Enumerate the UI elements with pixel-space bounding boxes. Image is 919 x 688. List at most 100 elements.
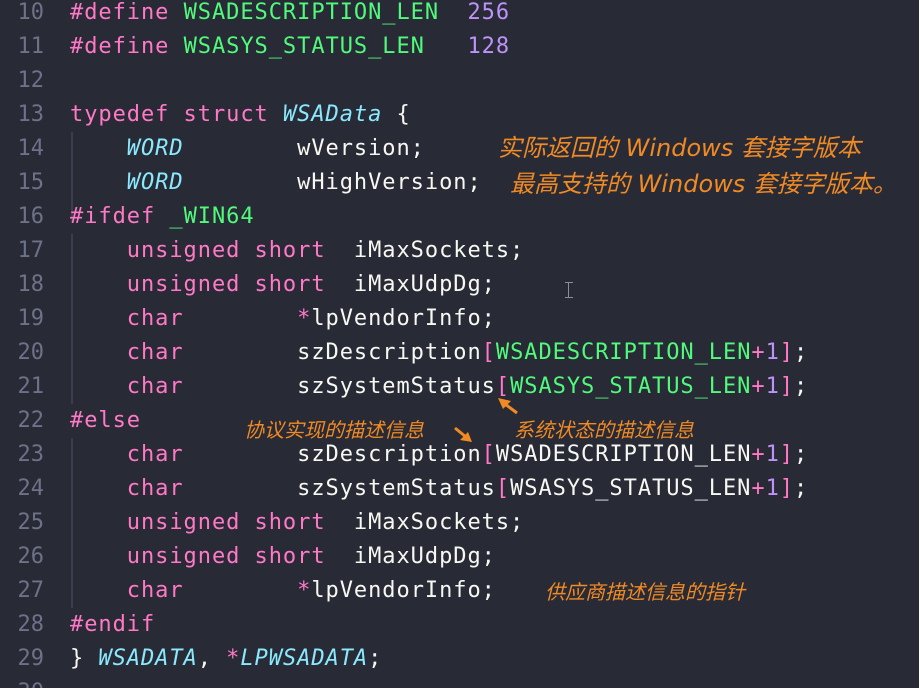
code-token: 1	[765, 374, 780, 399]
code-text[interactable]: unsigned short iMaxSockets;	[70, 234, 524, 268]
code-token: szDescription	[183, 442, 482, 467]
code-token: szSystemStatus	[183, 476, 496, 501]
code-token: WSASYS_STATUS_LEN	[183, 34, 425, 59]
code-line[interactable]: 29 } WSADATA, *LPWSADATA;	[0, 642, 919, 676]
code-token: char	[126, 476, 184, 501]
code-token: iMaxSockets;	[325, 238, 525, 263]
code-text[interactable]: WORD wVersion;	[70, 132, 425, 166]
code-line[interactable]: 30	[0, 676, 919, 688]
code-token: 1	[765, 476, 780, 501]
code-line[interactable]: 17 unsigned short iMaxSockets;	[0, 234, 919, 268]
code-token: WSADATA	[98, 646, 198, 671]
code-text[interactable]: #else	[70, 404, 141, 438]
code-token: +	[751, 442, 766, 467]
line-number: 14	[17, 136, 45, 161]
code-line[interactable]: 11 #define WSASYS_STATUS_LEN 128	[0, 30, 919, 64]
line-number: 28	[17, 612, 45, 637]
code-token: WORD	[126, 136, 184, 161]
code-token: 1	[765, 442, 780, 467]
code-token: ;	[794, 374, 809, 399]
line-number: 11	[17, 34, 45, 59]
code-text[interactable]: unsigned short iMaxUdpDg;	[70, 540, 496, 574]
code-token: ;	[794, 442, 809, 467]
code-text[interactable]: char *lpVendorInfo;	[70, 302, 496, 336]
code-text[interactable]: #define WSADESCRIPTION_LEN 256	[70, 0, 510, 30]
code-text[interactable]: #endif	[70, 608, 155, 642]
code-line[interactable]: 10 #define WSADESCRIPTION_LEN 256	[0, 0, 919, 30]
annotation-system-status: 系统状态的描述信息	[514, 418, 694, 442]
line-number: 22	[17, 408, 45, 433]
code-token: WSADESCRIPTION_LEN	[495, 340, 752, 365]
code-token: szSystemStatus	[183, 374, 496, 399]
code-editor[interactable]: 10 #define WSADESCRIPTION_LEN 256 11 #defin…	[0, 0, 919, 688]
code-token: [	[495, 476, 511, 501]
code-token: unsigned short	[126, 544, 326, 569]
code-token: [	[481, 442, 496, 467]
code-line[interactable]: 19 char *lpVendorInfo;	[0, 302, 919, 336]
code-text[interactable]: unsigned short iMaxUdpDg;	[70, 268, 496, 302]
annotation-whighversion: 最高支持的 Windows 套接字版本。	[510, 170, 897, 198]
code-text[interactable]: } WSADATA, *LPWSADATA;	[70, 642, 382, 676]
code-line[interactable]: 28 #endif	[0, 608, 919, 642]
code-text[interactable]: char szSystemStatus[WSASYS_STATUS_LEN+1]…	[70, 370, 808, 404]
annotation-vendor-info: 供应商描述信息的指针	[545, 580, 745, 604]
code-line[interactable]: 18 unsigned short iMaxUdpDg;	[0, 268, 919, 302]
code-text[interactable]: #ifdef _WIN64	[70, 200, 255, 234]
line-number: 21	[17, 374, 45, 399]
code-line[interactable]: 12	[0, 64, 919, 98]
code-line[interactable]: 24 char szSystemStatus[WSASYS_STATUS_LEN…	[0, 472, 919, 506]
code-line[interactable]: 20 char szDescription[WSADESCRIPTION_LEN…	[0, 336, 919, 370]
code-token: #define	[70, 34, 184, 59]
code-token: 128	[467, 34, 511, 59]
code-token: *	[297, 578, 312, 603]
code-token: ]	[779, 340, 794, 365]
code-line[interactable]: 27 char *lpVendorInfo;	[0, 574, 919, 608]
code-text[interactable]: char *lpVendorInfo;	[70, 574, 496, 608]
code-text[interactable]: typedef struct WSAData {	[70, 98, 411, 132]
line-number: 30	[0, 676, 45, 688]
code-line[interactable]: 22 #else	[0, 404, 919, 438]
code-text[interactable]: char szDescription[WSADESCRIPTION_LEN+1]…	[70, 336, 808, 370]
code-token: unsigned short	[126, 510, 326, 535]
code-text[interactable]: char szDescription[WSADESCRIPTION_LEN+1]…	[70, 438, 808, 472]
line-number: 13	[17, 102, 45, 127]
code-token: LPWSADATA	[240, 646, 369, 671]
code-line[interactable]: 13 typedef struct WSAData {	[0, 98, 919, 132]
code-token: ;	[794, 476, 809, 501]
code-text[interactable]: #define WSASYS_STATUS_LEN 128	[70, 30, 510, 64]
line-number: 12	[17, 68, 45, 93]
code-token: [	[481, 340, 496, 365]
code-token: +	[751, 374, 766, 399]
code-text[interactable]: WORD wHighVersion;	[70, 166, 482, 200]
code-token: char	[126, 306, 184, 331]
code-text[interactable]: unsigned short iMaxSockets;	[70, 506, 524, 540]
code-line[interactable]: 23 char szDescription[WSADESCRIPTION_LEN…	[0, 438, 919, 472]
code-token: +	[751, 476, 766, 501]
line-number: 25	[17, 510, 45, 535]
code-token: WSASYS_STATUS_LEN	[510, 374, 752, 399]
code-token: #else	[70, 408, 141, 433]
code-line[interactable]: 21 char szSystemStatus[WSASYS_STATUS_LEN…	[0, 370, 919, 404]
line-number: 24	[17, 476, 45, 501]
code-line[interactable]: 26 unsigned short iMaxUdpDg;	[0, 540, 919, 574]
line-number: 18	[17, 272, 45, 297]
code-text[interactable]: char szSystemStatus[WSASYS_STATUS_LEN+1]…	[70, 472, 808, 506]
code-line[interactable]: 16 #ifdef _WIN64	[0, 200, 919, 234]
code-token: char	[126, 374, 184, 399]
code-token: iMaxSockets;	[325, 510, 525, 535]
code-token: *	[226, 646, 241, 671]
code-token: unsigned short	[126, 238, 326, 263]
code-line[interactable]: 25 unsigned short iMaxSockets;	[0, 506, 919, 540]
code-token: ;	[794, 340, 809, 365]
line-number: 29	[17, 646, 45, 671]
